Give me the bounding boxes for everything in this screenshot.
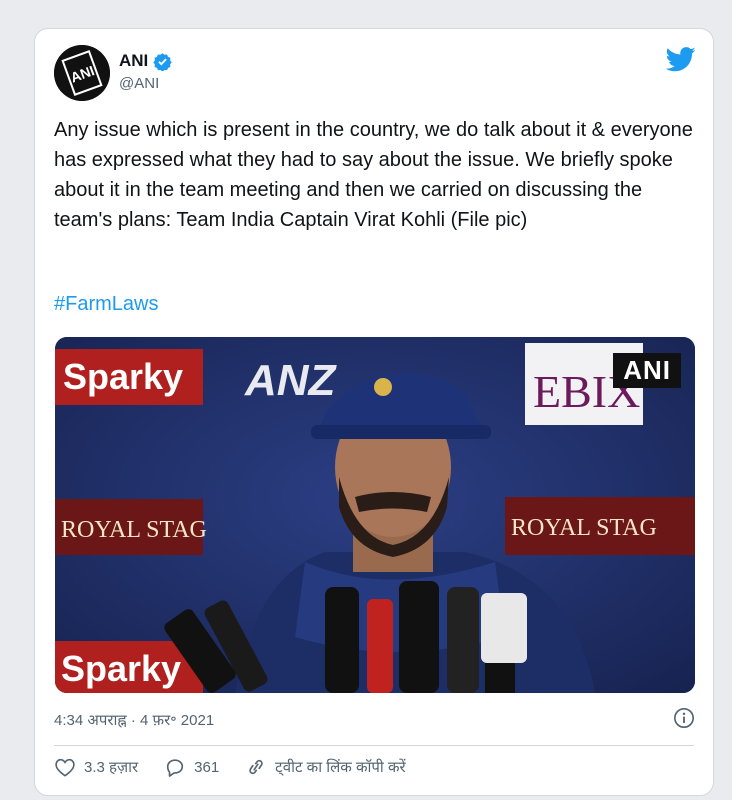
reply-button[interactable]: 361: [164, 757, 219, 777]
copy-link-label: ट्वीट का लिंक कॉपी करें: [275, 759, 406, 776]
hashtag-link[interactable]: #FarmLaws: [54, 293, 158, 316]
copy-link-button[interactable]: ट्वीट का लिंक कॉपी करें: [245, 757, 406, 777]
like-button[interactable]: 3.3 हज़ार: [54, 757, 138, 777]
author-name-row: ANI: [119, 51, 172, 71]
tweet-card[interactable]: ANI ANI @ANI Any issue which is present …: [34, 28, 714, 796]
avatar[interactable]: ANI: [54, 45, 110, 101]
reply-icon: [167, 759, 184, 777]
sponsor-text: Sparky: [61, 648, 181, 689]
link-icon: [249, 759, 263, 775]
press-conference-photo: Sparky ANZ EBIX ROYAL STAG ROYAL STAG Sp…: [55, 337, 695, 693]
heart-icon: [55, 758, 75, 777]
info-icon[interactable]: [673, 707, 695, 734]
media-image[interactable]: Sparky ANZ EBIX ROYAL STAG ROYAL STAG Sp…: [55, 337, 695, 693]
twitter-bird-icon[interactable]: [665, 47, 696, 77]
sponsor-text: ROYAL STAG: [61, 517, 207, 543]
ani-logo: ANI: [54, 45, 110, 101]
sponsor-text: Sparky: [63, 356, 183, 397]
handle[interactable]: @ANI: [119, 75, 159, 92]
like-count: 3.3 हज़ार: [84, 759, 139, 776]
action-bar: 3.3 हज़ार 361 ट्वीट का लिंक कॉपी करें: [54, 757, 432, 777]
display-name[interactable]: ANI: [119, 51, 148, 71]
tweet-text: Any issue which is present in the countr…: [54, 119, 693, 231]
svg-text:ANZ: ANZ: [244, 356, 338, 405]
ani-watermark: ANI: [613, 353, 681, 388]
divider: [54, 745, 694, 746]
reply-count: 361: [194, 758, 220, 776]
sponsor-text: ROYAL STAG: [511, 515, 657, 541]
timestamp[interactable]: 4:34 अपराह्न · 4 फ़र॰ 2021: [54, 710, 214, 730]
verified-badge-icon: [153, 52, 172, 71]
